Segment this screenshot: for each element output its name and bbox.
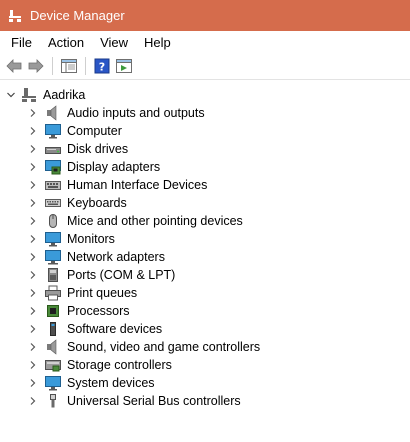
tree-node-label: Sound, video and game controllers — [67, 340, 261, 354]
tree-node-label: Network adapters — [67, 250, 165, 264]
tree-node-label: Mice and other pointing devices — [67, 214, 243, 228]
display-adapter-icon — [45, 159, 61, 175]
action-pane-icon — [116, 59, 132, 73]
port-icon — [45, 267, 61, 283]
chevron-right-icon[interactable] — [28, 378, 38, 388]
help-button[interactable]: ? — [91, 55, 113, 77]
device-manager-icon — [8, 9, 22, 23]
tree-node-label: Storage controllers — [67, 358, 172, 372]
tree-node-label: Ports (COM & LPT) — [67, 268, 176, 282]
speaker-icon — [45, 339, 61, 355]
menu-help[interactable]: Help — [136, 33, 179, 52]
tree-node-monitors[interactable]: Monitors — [28, 230, 115, 248]
back-arrow-icon — [6, 59, 22, 73]
hid-icon — [45, 177, 61, 193]
chevron-right-icon[interactable] — [28, 252, 38, 262]
menu-action[interactable]: Action — [40, 33, 92, 52]
tree-node-label: Keyboards — [67, 196, 127, 210]
chevron-right-icon[interactable] — [28, 360, 38, 370]
usb-icon — [45, 393, 61, 409]
tree-node-sound-video-and-game-controllers[interactable]: Sound, video and game controllers — [28, 338, 260, 356]
tree-node-label: Processors — [67, 304, 130, 318]
tree-node-processors[interactable]: Processors — [28, 302, 130, 320]
chevron-right-icon[interactable] — [28, 108, 38, 118]
tree-node-storage-controllers[interactable]: Storage controllers — [28, 356, 172, 374]
toolbar: ? — [0, 53, 410, 80]
tree-node-display-adapters[interactable]: Display adapters — [28, 158, 160, 176]
tree-node-network-adapters[interactable]: Network adapters — [28, 248, 165, 266]
chevron-right-icon[interactable] — [28, 216, 38, 226]
menu-bar: File Action View Help — [0, 31, 410, 53]
system-device-icon — [45, 375, 61, 391]
tree-node-label: Software devices — [67, 322, 163, 336]
tree-node-mice-and-other-pointing-devices[interactable]: Mice and other pointing devices — [28, 212, 243, 230]
tree-node-universal-serial-bus-controllers[interactable]: Universal Serial Bus controllers — [28, 392, 241, 410]
tree-node-label: Print queues — [67, 286, 138, 300]
action-pane-button[interactable] — [113, 55, 135, 77]
processor-icon — [45, 303, 61, 319]
monitor-icon — [45, 123, 61, 139]
tree-node-label: Universal Serial Bus controllers — [67, 394, 241, 408]
tree-node-label: Monitors — [67, 232, 115, 246]
mouse-icon — [45, 213, 61, 229]
chevron-right-icon[interactable] — [28, 342, 38, 352]
chevron-right-icon[interactable] — [28, 306, 38, 316]
storage-controller-icon — [45, 357, 61, 373]
forward-arrow-icon — [28, 59, 44, 73]
chevron-right-icon[interactable] — [28, 396, 38, 406]
tree-node-label: Disk drives — [67, 142, 129, 156]
window-title: Device Manager — [30, 8, 125, 23]
help-icon: ? — [94, 58, 110, 74]
tree-node-label: Computer — [67, 124, 122, 138]
chevron-right-icon[interactable] — [28, 180, 38, 190]
menu-file[interactable]: File — [3, 33, 40, 52]
tree-node-system-devices[interactable]: System devices — [28, 374, 155, 392]
printer-icon — [45, 285, 61, 301]
tree-node-keyboards[interactable]: Keyboards — [28, 194, 127, 212]
software-device-icon — [45, 321, 61, 337]
chevron-right-icon[interactable] — [28, 162, 38, 172]
tree-node-label: System devices — [67, 376, 155, 390]
tree-node-label: Human Interface Devices — [67, 178, 208, 192]
tree-node-computer[interactable]: Computer — [28, 122, 122, 140]
keyboard-icon — [45, 195, 61, 211]
toolbar-separator — [52, 57, 53, 75]
tree-root-node[interactable]: Aadrika — [6, 86, 85, 104]
tree-node-disk-drives[interactable]: Disk drives — [28, 140, 128, 158]
chevron-down-icon[interactable] — [6, 90, 16, 100]
tree-node-label: Display adapters — [67, 160, 161, 174]
tree-node-software-devices[interactable]: Software devices — [28, 320, 162, 338]
tree-node-audio-inputs-and-outputs[interactable]: Audio inputs and outputs — [28, 104, 205, 122]
speaker-icon — [45, 105, 61, 121]
show-hide-console-tree-button[interactable] — [58, 55, 80, 77]
disk-drive-icon — [45, 141, 61, 157]
chevron-right-icon[interactable] — [28, 144, 38, 154]
svg-text:?: ? — [99, 61, 105, 74]
chevron-right-icon[interactable] — [28, 288, 38, 298]
chevron-right-icon[interactable] — [28, 324, 38, 334]
forward-button[interactable] — [25, 55, 47, 77]
monitor-icon — [45, 231, 61, 247]
tree-node-human-interface-devices[interactable]: Human Interface Devices — [28, 176, 207, 194]
back-button[interactable] — [3, 55, 25, 77]
tree-node-label: Audio inputs and outputs — [67, 106, 205, 120]
network-adapter-icon — [45, 249, 61, 265]
chevron-right-icon[interactable] — [28, 270, 38, 280]
computer-tree-icon — [21, 87, 37, 103]
device-tree: Aadrika Audio inputs and outputs Computer… — [0, 82, 410, 442]
tree-node-ports-com-lpt[interactable]: Ports (COM & LPT) — [28, 266, 175, 284]
console-tree-icon — [61, 59, 77, 73]
chevron-right-icon[interactable] — [28, 234, 38, 244]
title-bar[interactable]: Device Manager — [0, 0, 410, 31]
menu-view[interactable]: View — [92, 33, 136, 52]
toolbar-separator — [85, 57, 86, 75]
chevron-right-icon[interactable] — [28, 126, 38, 136]
tree-node-print-queues[interactable]: Print queues — [28, 284, 137, 302]
computer-name: Aadrika — [43, 88, 86, 102]
chevron-right-icon[interactable] — [28, 198, 38, 208]
